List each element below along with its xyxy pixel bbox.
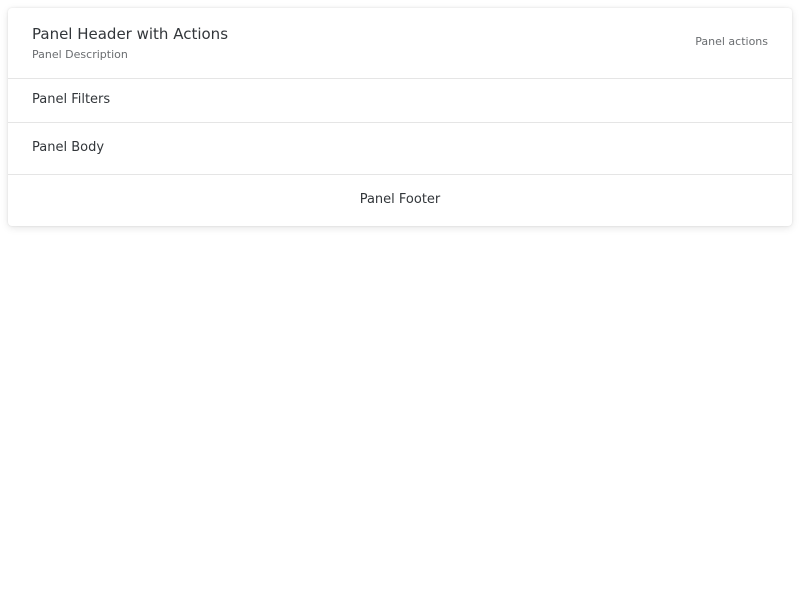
panel: Panel Header with Actions Panel Descript…: [8, 8, 792, 226]
panel-body: Panel Body: [8, 123, 792, 175]
panel-header: Panel Header with Actions Panel Descript…: [8, 8, 792, 79]
panel-body-label: Panel Body: [32, 140, 105, 155]
panel-actions[interactable]: Panel actions: [695, 35, 768, 49]
panel-title: Panel Header with Actions: [32, 25, 229, 43]
panel-filters-label: Panel Filters: [32, 92, 111, 107]
panel-filters: Panel Filters: [8, 79, 792, 123]
panel-description: Panel Description: [32, 48, 128, 61]
panel-footer: Panel Footer: [8, 175, 792, 226]
panel-footer-label: Panel Footer: [359, 192, 441, 207]
